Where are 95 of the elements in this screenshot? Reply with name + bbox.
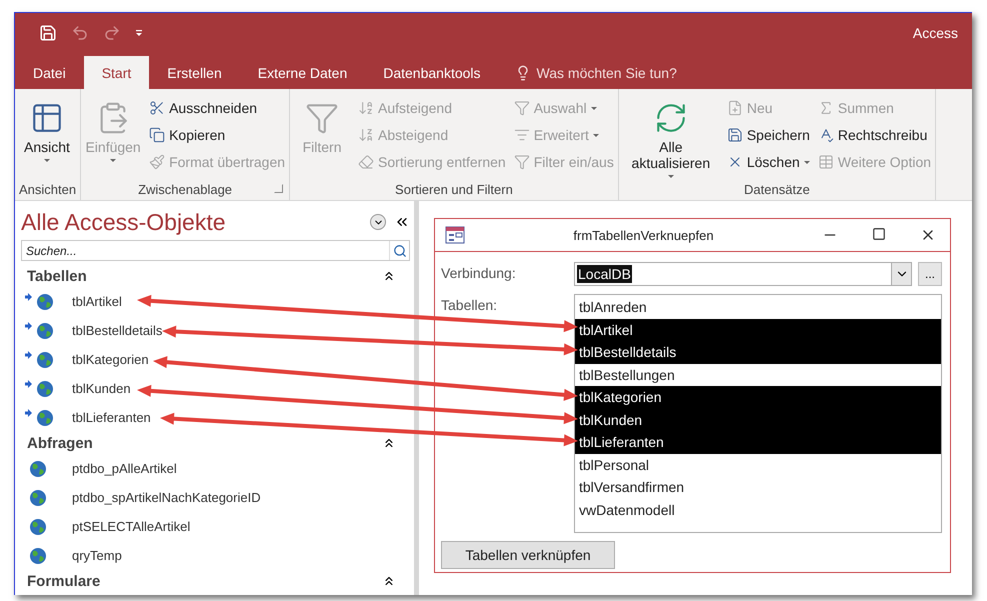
list-item[interactable]: tblLieferanten bbox=[575, 431, 941, 454]
ribbon-tab[interactable]: Datei bbox=[15, 56, 84, 89]
globe-icon bbox=[36, 350, 54, 368]
section-title: Abfragen bbox=[27, 434, 93, 452]
search-icon[interactable] bbox=[389, 241, 409, 260]
form-icon bbox=[445, 226, 465, 244]
field-label: Tabellen: bbox=[441, 296, 498, 313]
globe-icon bbox=[36, 380, 54, 398]
navigation-item[interactable]: tblBestelldetails bbox=[72, 323, 162, 338]
chevron-down-icon[interactable] bbox=[891, 263, 911, 285]
section-header[interactable]: Formulare bbox=[21, 570, 410, 592]
new-file-icon bbox=[726, 100, 743, 116]
list-item[interactable]: tblKunden bbox=[575, 408, 941, 431]
ribbon-button[interactable]: Speichern bbox=[726, 124, 810, 146]
ribbon-tab[interactable]: Externe Daten bbox=[240, 56, 366, 89]
ribbon-tab[interactable]: Erstellen bbox=[149, 56, 240, 89]
funnel-icon bbox=[514, 100, 530, 116]
group-label: Zwischenablage bbox=[138, 182, 232, 196]
list-item[interactable]: vwDatenmodell bbox=[575, 498, 941, 521]
list-item[interactable]: tblBestellungen bbox=[575, 364, 941, 386]
list-item[interactable]: tblBestelldetails bbox=[575, 341, 941, 364]
navigation-item[interactable]: ptSELECTAlleArtikel bbox=[72, 519, 190, 534]
eraser-icon bbox=[358, 154, 374, 170]
ribbon-button[interactable]: Alle aktualisieren bbox=[622, 97, 719, 178]
section-header[interactable]: Tabellen bbox=[21, 265, 410, 287]
globe-icon bbox=[29, 518, 47, 536]
ribbon-button[interactable]: Kopieren bbox=[149, 124, 286, 146]
group-label: Ansichten bbox=[19, 182, 76, 196]
link-tables-button[interactable]: Tabellen verknüpfen bbox=[441, 541, 615, 569]
funnel-icon bbox=[305, 101, 340, 135]
navigation-item[interactable]: ptdbo_spArtikelNachKategorieID bbox=[72, 490, 261, 505]
link-arrow-icon bbox=[25, 322, 32, 330]
sort-ascending-icon bbox=[358, 100, 374, 116]
list-filter-icon bbox=[514, 127, 530, 143]
funnel-icon bbox=[514, 154, 530, 170]
navigation-item[interactable]: tblArtikel bbox=[72, 294, 122, 309]
caret-icon bbox=[668, 175, 674, 178]
connection-dropdown[interactable]: LocalDB bbox=[574, 262, 912, 286]
list-item[interactable]: tblAnreden bbox=[575, 296, 941, 318]
scissors-icon bbox=[149, 100, 166, 116]
globe-icon bbox=[36, 322, 54, 340]
list-item[interactable]: tblVersandfirmen bbox=[575, 476, 941, 498]
ribbon-button[interactable]: Rechtschreibu bbox=[818, 124, 932, 146]
table-icon bbox=[30, 101, 64, 135]
window-title: Access bbox=[912, 25, 958, 41]
list-item[interactable]: tblKategorien bbox=[575, 386, 941, 408]
globe-icon bbox=[29, 546, 47, 564]
group-label: Sortieren und Filtern bbox=[395, 182, 513, 196]
navigation-item[interactable]: tblLieferanten bbox=[72, 410, 151, 425]
caret-icon bbox=[590, 106, 597, 110]
maximize-icon[interactable] bbox=[872, 227, 886, 241]
sort-descending-icon bbox=[358, 127, 374, 143]
save-icon bbox=[726, 127, 743, 143]
dropdown-icon[interactable] bbox=[370, 214, 386, 230]
group-label: Datensätze bbox=[744, 182, 810, 196]
list-item[interactable]: tblPersonal bbox=[575, 454, 941, 476]
paintbrush-icon bbox=[149, 154, 166, 170]
caret-icon bbox=[592, 134, 599, 136]
section-title: Formulare bbox=[27, 572, 100, 590]
link-arrow-icon bbox=[25, 409, 32, 417]
navigation-item[interactable]: qryTemp bbox=[72, 548, 122, 563]
search-field[interactable]: Suchen... bbox=[22, 244, 389, 258]
field-label: Verbindung: bbox=[441, 264, 517, 281]
globe-icon bbox=[36, 292, 54, 310]
navigation-title: Alle Access-Objekte bbox=[21, 208, 227, 236]
tell-me-field[interactable]: Was möchten Sie tun? bbox=[498, 56, 677, 89]
globe-icon bbox=[29, 460, 47, 478]
list-item[interactable]: tblArtikel bbox=[575, 318, 941, 341]
ribbon-button[interactable]: Ausschneiden bbox=[149, 97, 286, 119]
navigation-item[interactable]: ptdbo_pAlleArtikel bbox=[72, 461, 177, 476]
caret-icon bbox=[110, 159, 116, 162]
save-icon[interactable] bbox=[39, 24, 57, 42]
navigation-item[interactable]: tblKunden bbox=[72, 381, 131, 396]
tell-me-placeholder: Was möchten Sie tun? bbox=[536, 64, 677, 80]
copy-icon bbox=[149, 127, 166, 143]
ribbon-button[interactable]: Ansicht bbox=[19, 97, 75, 162]
section-title: Tabellen bbox=[27, 268, 87, 284]
ribbon-tab[interactable]: Datenbanktools bbox=[365, 56, 499, 89]
globe-icon bbox=[36, 408, 54, 426]
form-title: frmTabellenVerknuepfen bbox=[572, 228, 715, 242]
section-header[interactable]: Abfragen bbox=[21, 432, 410, 454]
link-arrow-icon bbox=[25, 293, 32, 301]
table-icon bbox=[818, 154, 834, 170]
browse-button[interactable]: ... bbox=[918, 262, 942, 286]
dialog-launcher-icon[interactable] bbox=[274, 184, 284, 193]
ribbon-tab[interactable]: Start bbox=[84, 56, 150, 89]
caret-icon bbox=[804, 160, 810, 164]
navigation-item[interactable]: tblKategorien bbox=[72, 352, 149, 367]
ribbon-button[interactable]: Löschen bbox=[726, 151, 810, 173]
globe-icon bbox=[29, 488, 47, 506]
link-arrow-icon bbox=[25, 351, 32, 359]
link-arrow-icon bbox=[25, 380, 32, 388]
caret-icon bbox=[44, 159, 50, 162]
search-box[interactable]: Suchen... bbox=[21, 240, 410, 261]
customize-icon[interactable] bbox=[135, 29, 143, 37]
